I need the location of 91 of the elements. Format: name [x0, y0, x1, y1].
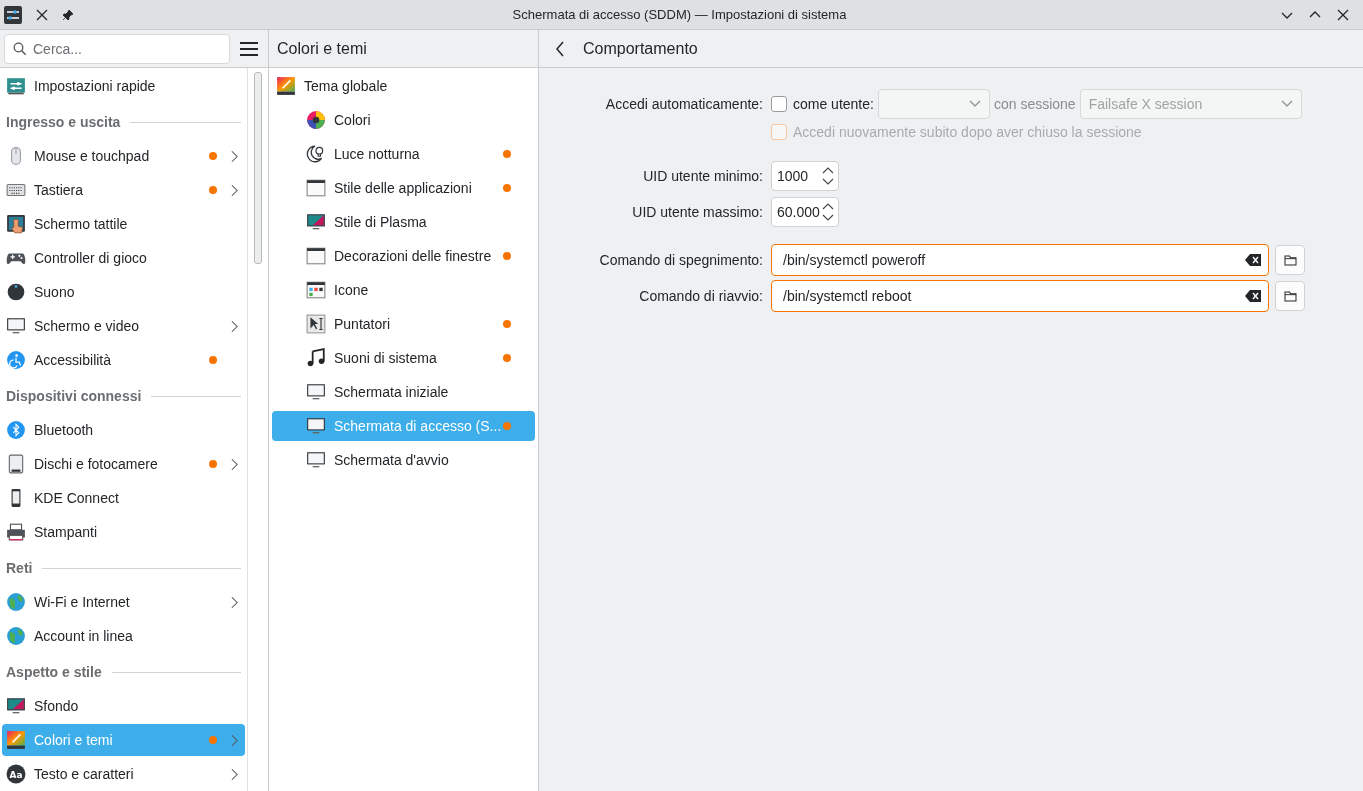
folder-icon	[1283, 254, 1297, 266]
search-field[interactable]: Cerca...	[4, 33, 230, 64]
chevron-down-icon	[1280, 100, 1293, 108]
sidebar-item[interactable]: KDE Connect	[2, 482, 245, 514]
scrollbar-thumb[interactable]	[254, 72, 262, 264]
spin-box[interactable]: 1000	[771, 161, 839, 191]
checkbox-label: come utente:	[793, 96, 874, 112]
color-wheel-icon	[306, 110, 326, 130]
list-item[interactable]: Puntatori	[272, 309, 535, 339]
menu-icon[interactable]	[240, 41, 258, 56]
sidebar-item[interactable]: Mouse e touchpad	[2, 140, 245, 172]
clear-icon[interactable]	[1245, 290, 1261, 302]
command-field[interactable]: /bin/systemctl reboot	[771, 280, 1269, 312]
printer-icon	[6, 522, 26, 542]
touchscreen-icon	[6, 214, 26, 234]
sidebar-item[interactable]: Impostazioni rapide	[2, 70, 245, 102]
pin-icon[interactable]	[62, 8, 74, 21]
palette-icon	[6, 730, 26, 750]
sidebar-item[interactable]: Aa Testo e caratteri	[2, 758, 245, 790]
list-item[interactable]: Colori	[272, 105, 535, 135]
window-icon	[306, 280, 326, 300]
globe-icon	[6, 592, 26, 612]
bluetooth-icon	[6, 420, 26, 440]
list-item[interactable]: Tema globale	[272, 71, 535, 101]
sidebar-item[interactable]: Bluetooth	[2, 414, 245, 446]
globe-icon	[6, 626, 26, 646]
field-label: UID utente minimo:	[642, 168, 764, 184]
section-header: Reti	[6, 560, 33, 576]
list-item[interactable]: Suoni di sistema	[272, 343, 535, 373]
field-label: UID utente massimo:	[631, 204, 764, 220]
window-icon	[306, 178, 326, 198]
sliders-icon	[4, 5, 22, 24]
checkbox-label: Accedi nuovamente subito dopo aver chiuso la sessione	[793, 124, 1142, 140]
field-label: Comando di riavvio:	[638, 288, 764, 304]
list-item[interactable]: Icone	[272, 275, 535, 305]
knob-icon	[6, 282, 26, 302]
monitor-icon	[306, 450, 326, 470]
field-label: Comando di spegnimento:	[598, 252, 764, 268]
field-label: con sessione	[993, 96, 1076, 112]
accessibility-icon	[6, 350, 26, 370]
monitor-icon	[306, 416, 326, 436]
up-down-arrows-icon[interactable]	[822, 166, 834, 186]
list-item[interactable]: Luce notturna	[272, 139, 535, 169]
back-icon[interactable]	[555, 40, 565, 57]
browse-button[interactable]	[1275, 281, 1305, 311]
page-title: Comportamento	[583, 39, 698, 58]
drive-icon	[6, 454, 26, 474]
sliders-icon	[6, 76, 26, 96]
monitor-icon	[6, 316, 26, 336]
sidebar-item[interactable]: Wi-Fi e Internet	[2, 586, 245, 618]
wallpaper-icon	[6, 696, 26, 716]
sidebar-item[interactable]: Tastiera	[2, 174, 245, 206]
command-field[interactable]: /bin/systemctl poweroff	[771, 244, 1269, 276]
list-item[interactable]: Stile delle applicazioni	[272, 173, 535, 203]
panel-title: Colori e temi	[277, 39, 367, 58]
sidebar-item[interactable]: Sfondo	[2, 690, 245, 722]
section-header: Dispositivi connessi	[6, 388, 142, 404]
sidebar-item[interactable]: Controller di gioco	[2, 242, 245, 274]
window-icon	[306, 246, 326, 266]
folder-icon	[1283, 290, 1297, 302]
moon-bulb-icon	[306, 144, 326, 164]
list-item[interactable]: Stile di Plasma	[272, 207, 535, 237]
font-icon: Aa	[6, 764, 26, 784]
music-note-icon	[306, 348, 326, 368]
sidebar-item[interactable]: Dischi e fotocamere	[2, 448, 245, 480]
checkbox[interactable]	[771, 96, 787, 112]
close-icon[interactable]	[36, 8, 48, 21]
spin-box[interactable]: 60.000	[771, 197, 839, 227]
search-icon	[13, 41, 27, 56]
sidebar-item[interactable]: Accessibilità	[2, 344, 245, 376]
chevron-down-icon	[968, 100, 981, 108]
sidebar-item[interactable]: Schermo tattile	[2, 208, 245, 240]
up-down-arrows-icon[interactable]	[822, 202, 834, 222]
clear-icon[interactable]	[1245, 254, 1261, 266]
monitor-icon	[306, 382, 326, 402]
close-icon[interactable]	[1337, 8, 1349, 21]
section-header: Ingresso e uscita	[6, 114, 121, 130]
sidebar-item[interactable]: Stampanti	[2, 516, 245, 548]
list-item[interactable]: Decorazioni delle finestre	[272, 241, 535, 271]
palette-icon	[276, 76, 296, 96]
sidebar-item[interactable]: Suono	[2, 276, 245, 308]
list-item[interactable]: Schermata iniziale	[272, 377, 535, 407]
sidebar-item[interactable]: Account in linea	[2, 620, 245, 652]
list-item[interactable]: Schermata d'avvio	[272, 445, 535, 475]
cursor-icon	[306, 314, 326, 334]
browse-button[interactable]	[1275, 245, 1305, 275]
section-header: Aspetto e stile	[6, 664, 102, 680]
field-label: Accedi automaticamente:	[604, 96, 764, 112]
sidebar-item[interactable]: Schermo e video	[2, 310, 245, 342]
wallpaper-icon	[306, 212, 326, 232]
window-title: Schermata di accesso (SDDM) — Impostazioni di sistema	[512, 7, 847, 22]
